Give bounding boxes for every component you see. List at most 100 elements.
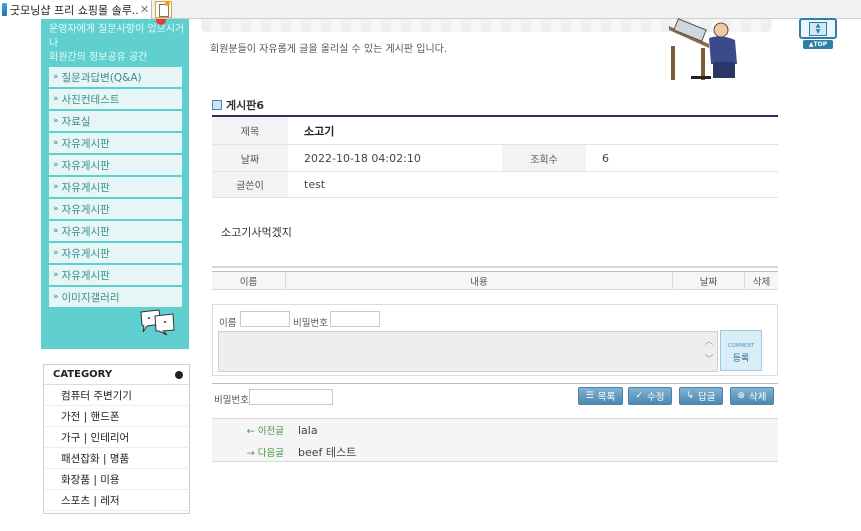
category-item-fashion[interactable]: 패션잡화 | 명품: [44, 448, 189, 469]
chevron-right-icon: »: [53, 160, 59, 170]
bullet-icon: [175, 370, 183, 379]
chevron-right-icon: »: [53, 270, 59, 280]
comment-name-label: 이름: [219, 318, 237, 329]
sidebar-item-free-board[interactable]: » 자유게시판: [49, 133, 182, 153]
chevron-right-icon: »: [53, 292, 59, 302]
chevron-right-icon: »: [53, 116, 59, 126]
post-subject: 소고기: [304, 124, 335, 138]
comment-submit-ko: 등록: [732, 354, 750, 364]
scroll-to-top-button[interactable]: ▲ ▼ ▲TOP: [799, 18, 837, 50]
comment-col-delete: 삭제: [752, 276, 771, 288]
reply-button[interactable]: ↳ 답글: [679, 387, 723, 405]
post-content: 소고기사먹겠지: [212, 198, 778, 268]
comment-textarea[interactable]: [218, 331, 718, 372]
reply-button-label: 답글: [698, 392, 716, 403]
prev-post-link[interactable]: lala: [298, 424, 318, 437]
sidebar-item-label: 자유게시판: [61, 203, 110, 216]
list-button[interactable]: ☰ 목록: [578, 387, 623, 405]
category-panel: CATEGORY 컴퓨터 주변기기 가전 | 핸드폰 가구 | 인테리어 패션잡…: [43, 364, 190, 514]
edit-button[interactable]: ✓ 수정: [628, 387, 672, 405]
top-label: ▲TOP: [803, 40, 833, 49]
sidebar-item-free-board[interactable]: » 자유게시판: [49, 199, 182, 219]
post-subject-row: 제목 소고기: [212, 117, 778, 145]
list-icon: ☰: [585, 391, 594, 401]
subject-label: 제목: [212, 117, 288, 144]
sidebar-item-label: 자유게시판: [61, 137, 110, 150]
category-item-sports[interactable]: 스포츠 | 레저: [44, 490, 189, 511]
tab-title: 굿모닝샵 프리 쇼핑몰 솔루...: [10, 3, 138, 17]
comment-form: 이름 비밀번호 ︿ ﹀ COMMENT 등록: [212, 304, 778, 376]
sidebar-item-label: 자유게시판: [61, 159, 110, 172]
comment-col-name: 이름: [212, 272, 286, 289]
post-action-bar: 비밀번호 ☰ 목록 ✓ 수정 ↳ 답글 ⊗ 삭제: [212, 383, 778, 410]
sidebar-item-qna[interactable]: » 질문과답변(Q&A): [49, 67, 182, 87]
sidebar-item-label: 자료실: [61, 115, 91, 128]
close-icon[interactable]: ✕: [140, 3, 149, 16]
sidebar-intro: 운영자에게 질문사항이 있으시거나 회원간의 정보공유 공간: [49, 24, 185, 63]
action-password-label: 비밀번호: [214, 395, 249, 406]
next-post-link[interactable]: beef 테스트: [298, 444, 356, 460]
comment-name-input[interactable]: [240, 311, 290, 327]
sidebar-item-free-board[interactable]: » 자유게시판: [49, 221, 182, 241]
new-tab-icon[interactable]: [155, 1, 172, 18]
board-sidebar: 운영자에게 질문사항이 있으시거나 회원간의 정보공유 공간 » 질문과답변(Q&…: [41, 19, 189, 349]
sidebar-item-label: 자유게시판: [61, 269, 110, 282]
category-title: CATEGORY: [44, 365, 189, 385]
top-arrow-box: ▲ ▼: [799, 18, 837, 39]
comment-submit-button[interactable]: COMMENT 등록: [720, 330, 762, 371]
post-author-row: 글쓴이 test: [212, 172, 778, 198]
category-item-cosmetics[interactable]: 화장품 | 미용: [44, 469, 189, 490]
board-menu: » 질문과답변(Q&A) » 사진컨테스트 » 자료실 » 자유게시판 » 자유게시판 »…: [49, 67, 182, 309]
chevron-right-icon: »: [53, 182, 59, 192]
sidebar-item-label: 이미지갤러리: [61, 291, 120, 304]
delete-button[interactable]: ⊗ 삭제: [730, 387, 774, 405]
prev-post-label: ← 이전글: [246, 426, 284, 437]
sidebar-item-label: 자유게시판: [61, 225, 110, 238]
chevron-right-icon: »: [53, 138, 59, 148]
browser-tab[interactable]: 굿모닝샵 프리 쇼핑몰 솔루... ✕: [0, 0, 152, 19]
comment-password-input[interactable]: [330, 311, 380, 327]
next-post-row[interactable]: → 다음글 beef 테스트: [212, 441, 778, 463]
reply-arrow-icon: ↳: [686, 391, 695, 401]
board-title-text: 게시판6: [226, 99, 265, 112]
sidebar-item-photo-contest[interactable]: » 사진컨테스트: [49, 89, 182, 109]
category-item-furniture[interactable]: 가구 | 인테리어: [44, 427, 189, 448]
date-label: 날짜: [212, 145, 288, 171]
board-title: 게시판6: [212, 97, 264, 113]
sidebar-item-archive[interactable]: » 자료실: [49, 111, 182, 131]
prev-post-row[interactable]: ← 이전글 lala: [212, 419, 778, 441]
sidebar-item-gallery[interactable]: » 이미지갤러리: [49, 287, 182, 307]
post-detail: 제목 소고기 날짜 2022-10-18 04:02:10 조회수 6 글쓴이 …: [212, 115, 778, 268]
category-item-computer[interactable]: 컴퓨터 주변기기: [44, 385, 189, 406]
sidebar-item-free-board[interactable]: » 자유게시판: [49, 265, 182, 285]
post-views: 6: [602, 151, 609, 165]
delete-circle-icon: ⊗: [737, 391, 746, 401]
category-heading: CATEGORY: [53, 369, 113, 380]
sidebar-item-label: 자유게시판: [61, 247, 110, 260]
sidebar-item-free-board[interactable]: » 자유게시판: [49, 177, 182, 197]
comment-col-date: 날짜: [673, 272, 745, 289]
edit-button-label: 수정: [647, 392, 665, 403]
post-date: 2022-10-18 04:02:10: [304, 151, 421, 165]
sidebar-item-free-board[interactable]: » 자유게시판: [49, 155, 182, 175]
chevron-right-icon: »: [53, 72, 59, 82]
chevron-right-icon: »: [53, 226, 59, 236]
comment-submit-en: COMMENT: [727, 343, 754, 349]
comment-list-header: 이름 내용 날짜 삭제: [212, 271, 778, 290]
author-label: 글쓴이: [212, 172, 288, 197]
textarea-scrollbar[interactable]: ︿ ﹀: [702, 333, 716, 369]
comment-col-content: 내용: [286, 272, 673, 289]
sidebar-item-free-board[interactable]: » 자유게시판: [49, 243, 182, 263]
sidebar-item-label: 질문과답변(Q&A): [61, 71, 142, 84]
up-down-arrows-icon: ▲ ▼: [809, 22, 827, 36]
speech-bubbles-icon: [140, 309, 175, 336]
delete-button-label: 삭제: [749, 392, 767, 403]
views-label: 조회수: [502, 145, 586, 171]
check-icon: ✓: [635, 391, 644, 401]
post-date-row: 날짜 2022-10-18 04:02:10 조회수 6: [212, 145, 778, 172]
sidebar-item-label: 사진컨테스트: [61, 93, 120, 106]
chevron-right-icon: »: [53, 204, 59, 214]
action-password-input[interactable]: [249, 389, 333, 405]
category-item-electronics[interactable]: 가전 | 핸드폰: [44, 406, 189, 427]
post-author: test: [304, 178, 326, 191]
